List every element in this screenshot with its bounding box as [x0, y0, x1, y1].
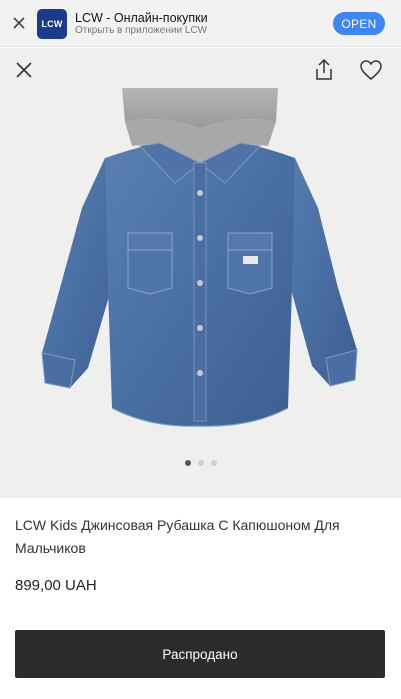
- close-icon[interactable]: [10, 56, 38, 84]
- pagination-dot-3[interactable]: [210, 460, 217, 466]
- banner-close-icon[interactable]: [10, 14, 28, 32]
- app-subtitle: Открыть в приложении LCW: [75, 25, 208, 36]
- open-app-button[interactable]: OPEN: [333, 12, 385, 35]
- product-price: 899,00 UAH: [15, 577, 97, 594]
- app-name: LCW - Онлайн-покупки: [75, 11, 208, 25]
- heart-icon[interactable]: [357, 56, 385, 84]
- app-banner: LCW LCW - Онлайн-покупки Открыть в прило…: [0, 0, 401, 47]
- pagination-dot-1[interactable]: [184, 460, 191, 466]
- product-title: LCW Kids Джинсовая Рубашка С Капюшоном Д…: [15, 517, 340, 556]
- pagination-dot-2[interactable]: [197, 460, 204, 466]
- app-icon[interactable]: LCW: [37, 9, 67, 39]
- gallery-pagination[interactable]: [0, 460, 401, 468]
- sold-out-button[interactable]: Распродано: [15, 630, 385, 678]
- product-image: [41, 88, 358, 427]
- share-icon[interactable]: [310, 56, 338, 84]
- product-gallery[interactable]: [0, 48, 401, 498]
- app-icon-text: LCW: [41, 19, 63, 29]
